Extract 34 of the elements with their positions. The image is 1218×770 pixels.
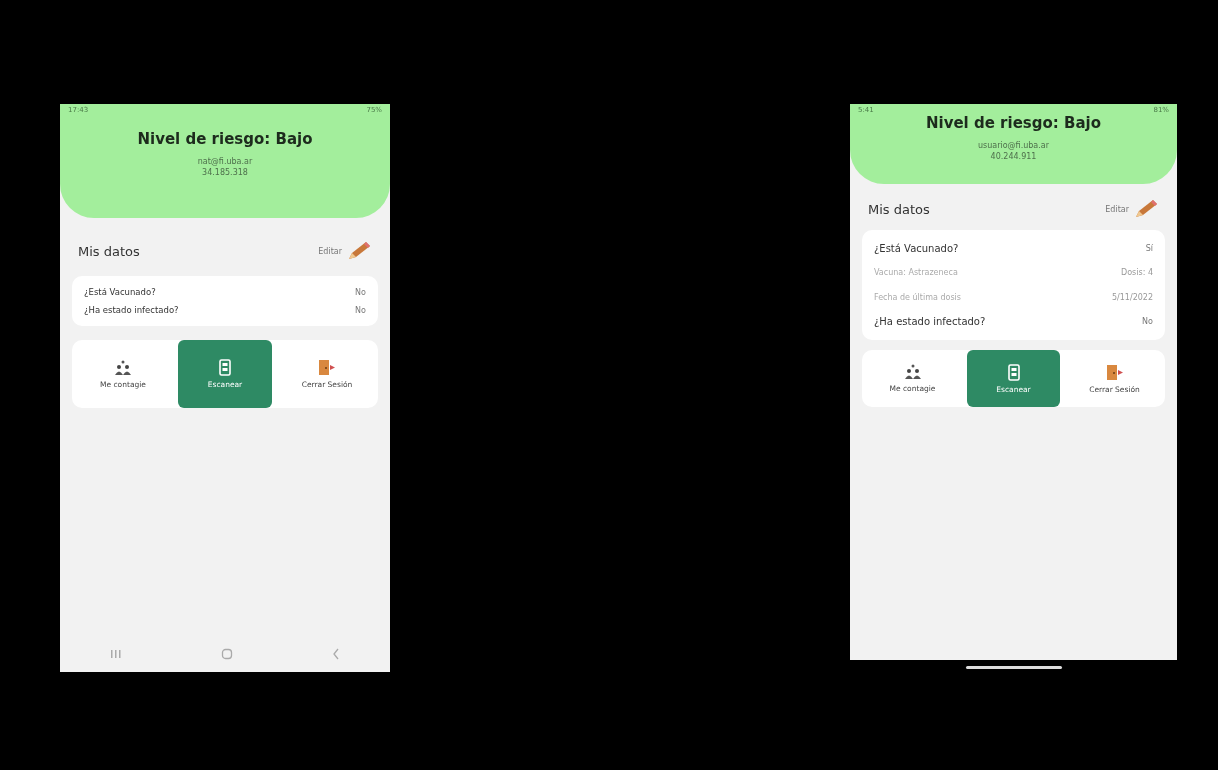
row-label: ¿Está Vacunado?: [84, 287, 156, 297]
row-label: ¿Ha estado infectado?: [84, 305, 179, 315]
home-indicator[interactable]: [965, 666, 1062, 669]
row-value: No: [355, 305, 366, 315]
row-label: ¿Ha estado infectado?: [874, 316, 986, 327]
row-value: No: [1142, 317, 1153, 326]
edit-button[interactable]: Editar: [1105, 198, 1159, 220]
user-email: nat@fi.uba.ar: [197, 156, 253, 167]
row-value: Dosis: 4: [1121, 268, 1153, 277]
row-label: Fecha de última dosis: [874, 293, 961, 302]
pencil-icon: [1133, 198, 1159, 220]
recent-apps-icon[interactable]: [109, 649, 122, 659]
people-icon: [903, 364, 922, 380]
door-exit-icon: [318, 359, 336, 376]
user-id: 40.244.911: [990, 151, 1037, 162]
phone-scan-icon: [1007, 363, 1020, 381]
row-value: No: [355, 287, 366, 297]
phone-scan-icon: [219, 359, 231, 376]
edit-button[interactable]: Editar: [318, 240, 372, 262]
pencil-icon: [346, 240, 372, 262]
user-id: 34.185.318: [202, 167, 248, 178]
section-title: Mis datos: [78, 243, 140, 259]
row-label: ¿Está Vacunado?: [874, 243, 959, 254]
row-value: 5/11/2022: [1111, 293, 1153, 302]
risk-level-title: Nivel de riesgo: Bajo: [925, 114, 1102, 132]
user-email: usuario@fi.uba.ar: [978, 140, 1049, 151]
people-icon: [114, 359, 132, 376]
section-title: Mis datos: [868, 201, 930, 217]
row-value: Sí: [1145, 244, 1153, 253]
door-exit-icon: [1105, 363, 1124, 381]
risk-level-title: Nivel de riesgo: Bajo: [137, 130, 313, 148]
back-icon[interactable]: [332, 648, 341, 660]
row-label: Vacuna: Astrazeneca: [874, 268, 958, 277]
home-icon[interactable]: [221, 648, 233, 660]
